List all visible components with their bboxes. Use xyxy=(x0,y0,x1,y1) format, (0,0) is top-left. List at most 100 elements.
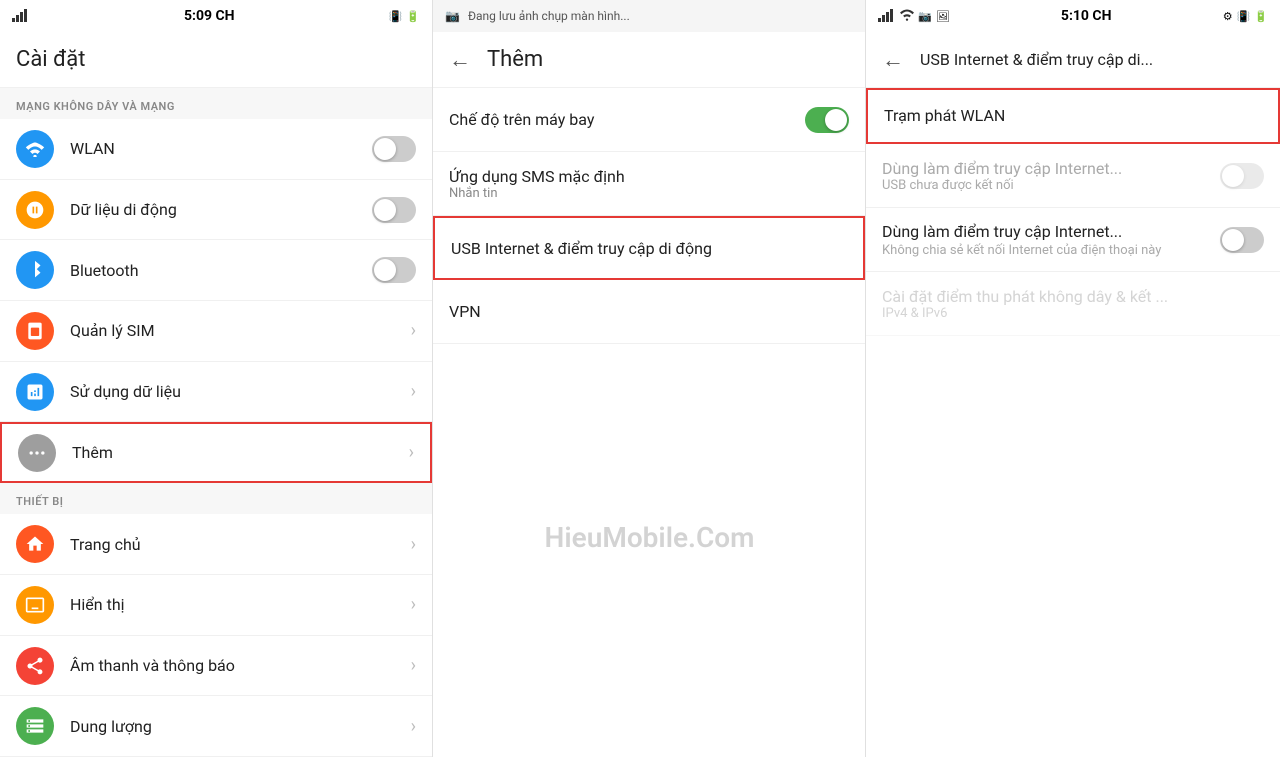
usb-title: USB Internet & điểm truy cập di... xyxy=(920,50,1153,69)
wifi-hotspot-settings-sub: IPv4 & IPv6 xyxy=(882,306,1264,321)
screenshot-icon: 📷 xyxy=(918,10,932,23)
usb-tethering-label: Dùng làm điểm truy cập Internet... xyxy=(882,222,1220,241)
home-label: Trang chủ xyxy=(70,535,411,554)
wifi-hotspot-settings-item: Cài đặt điểm thu phát không dây & kết ..… xyxy=(866,272,1280,336)
sms-content: Ứng dụng SMS mặc định Nhắn tin xyxy=(449,167,849,201)
back-button-usb[interactable]: ← xyxy=(882,47,904,73)
airplane-mode-toggle[interactable] xyxy=(805,107,849,133)
sidebar-item-more[interactable]: Thêm › xyxy=(0,422,432,483)
home-icon xyxy=(16,525,54,563)
wlan-toggle[interactable] xyxy=(372,136,416,162)
status-bar-1: 5:09 CH 📳 🔋 xyxy=(0,0,432,32)
sidebar-item-home[interactable]: Trang chủ › xyxy=(0,514,432,575)
usb-tethering-content: Dùng làm điểm truy cập Internet... Không… xyxy=(882,222,1220,258)
storage-label: Dung lượng xyxy=(70,717,411,736)
sidebar-item-storage[interactable]: Dung lượng › xyxy=(0,696,432,757)
vibrate-icon-3: 📳 xyxy=(1237,10,1251,23)
status-bar-3: 📷 🖼 5:10 CH ⚙ 📳 🔋 xyxy=(866,0,1280,32)
sound-label: Âm thanh và thông báo xyxy=(70,656,411,675)
more-label: Thêm xyxy=(72,443,409,462)
sidebar-item-mobile-data[interactable]: Dữ liệu di động xyxy=(0,180,432,241)
sound-icon xyxy=(16,647,54,685)
sim-icon xyxy=(16,312,54,350)
usb-tethering-disabled-item: Dùng làm điểm truy cập Internet... USB c… xyxy=(866,144,1280,208)
notification-text: Đang lưu ảnh chụp màn hình... xyxy=(468,9,630,23)
panel2-rest: HieuMobile.Com xyxy=(433,344,865,757)
mobile-data-label: Dữ liệu di động xyxy=(70,200,372,219)
settings-top-bar: Cài đặt xyxy=(0,32,432,88)
more-chevron: › xyxy=(409,442,414,463)
them-top-bar: ← Thêm xyxy=(433,32,865,88)
data-usage-label: Sử dụng dữ liệu xyxy=(70,382,411,401)
more-icon xyxy=(18,434,56,472)
sms-sublabel: Nhắn tin xyxy=(449,186,849,201)
usb-internet-item[interactable]: USB Internet & điểm truy cập di động xyxy=(433,216,865,280)
status-icons-right: 📳 🔋 xyxy=(389,10,420,23)
panel-settings: 5:09 CH 📳 🔋 Cài đặt MẠNG KHÔNG DÂY VÀ MẠ… xyxy=(0,0,433,757)
sidebar-item-bluetooth[interactable]: Bluetooth xyxy=(0,240,432,301)
usb-tethering-disabled-sub: USB chưa được kết nối xyxy=(882,178,1220,193)
wifi-icon xyxy=(16,130,54,168)
bluetooth-toggle[interactable] xyxy=(372,257,416,283)
vpn-content: VPN xyxy=(449,302,849,321)
photos-icon: 🖼 xyxy=(936,10,950,23)
back-button-them[interactable]: ← xyxy=(449,47,471,73)
bluetooth-label: Bluetooth xyxy=(70,261,372,280)
wifi-hotspot-settings-content: Cài đặt điểm thu phát không dây & kết ..… xyxy=(882,287,1264,321)
sim-chevron: › xyxy=(411,320,416,341)
settings-title: Cài đặt xyxy=(16,47,85,72)
usb-internet-label: USB Internet & điểm truy cập di động xyxy=(451,239,847,258)
data-usage-icon xyxy=(16,373,54,411)
camera-icon: 📷 xyxy=(445,9,460,23)
settings-icon-3: ⚙ xyxy=(1223,10,1233,23)
notification-bar: 📷 Đang lưu ảnh chụp màn hình... xyxy=(433,0,865,32)
sidebar-item-sound[interactable]: Âm thanh và thông báo › xyxy=(0,636,432,697)
usb-top-bar: ← USB Internet & điểm truy cập di... xyxy=(866,32,1280,88)
sms-label: Ứng dụng SMS mặc định xyxy=(449,167,849,186)
sound-chevron: › xyxy=(411,655,416,676)
storage-icon xyxy=(16,707,54,745)
airplane-mode-content: Chế độ trên máy bay xyxy=(449,110,805,129)
battery-icon-3: 🔋 xyxy=(1254,10,1268,23)
them-title: Thêm xyxy=(487,47,543,72)
storage-chevron: › xyxy=(411,716,416,737)
vpn-item[interactable]: VPN xyxy=(433,280,865,344)
wlan-label: WLAN xyxy=(70,139,372,158)
status-icons-left xyxy=(12,8,30,25)
wifi-status-icon xyxy=(900,9,914,24)
wlan-hotspot-item[interactable]: Trạm phát WLAN xyxy=(866,88,1280,144)
usb-internet-content: USB Internet & điểm truy cập di động xyxy=(451,239,847,258)
wlan-hotspot-label: Trạm phát WLAN xyxy=(884,106,1262,125)
display-chevron: › xyxy=(411,594,416,615)
sidebar-item-sim[interactable]: Quản lý SIM › xyxy=(0,301,432,362)
status-icons-right-3: ⚙ 📳 🔋 xyxy=(1223,10,1268,23)
usb-tethering-toggle[interactable] xyxy=(1220,227,1264,253)
usb-tethering-disabled-label: Dùng làm điểm truy cập Internet... xyxy=(882,159,1220,178)
section-device-header: THIẾT BỊ xyxy=(0,483,432,514)
display-label: Hiển thị xyxy=(70,595,411,614)
wifi-hotspot-settings-label: Cài đặt điểm thu phát không dây & kết ..… xyxy=(882,287,1264,306)
sidebar-item-data-usage[interactable]: Sử dụng dữ liệu › xyxy=(0,362,432,423)
watermark: HieuMobile.Com xyxy=(433,437,866,637)
vibrate-icon: 📳 xyxy=(389,10,403,23)
mobile-data-toggle[interactable] xyxy=(372,197,416,223)
usb-tethering-item[interactable]: Dùng làm điểm truy cập Internet... Không… xyxy=(866,208,1280,272)
signal-icon xyxy=(12,8,30,25)
panel-usb-internet: 📷 🖼 5:10 CH ⚙ 📳 🔋 ← USB Internet & điểm … xyxy=(866,0,1280,757)
wlan-hotspot-content: Trạm phát WLAN xyxy=(884,106,1262,127)
time-display-1: 5:09 CH xyxy=(184,8,235,24)
sidebar-item-display[interactable]: Hiển thị › xyxy=(0,575,432,636)
status-icons-left-3: 📷 🖼 xyxy=(878,8,950,25)
usb-tethering-disabled-toggle xyxy=(1220,163,1264,189)
sms-item[interactable]: Ứng dụng SMS mặc định Nhắn tin xyxy=(433,152,865,216)
usb-tethering-disabled-content: Dùng làm điểm truy cập Internet... USB c… xyxy=(882,159,1220,193)
vpn-label: VPN xyxy=(449,302,849,321)
airplane-mode-label: Chế độ trên máy bay xyxy=(449,110,805,129)
section-network-header: MẠNG KHÔNG DÂY VÀ MẠNG xyxy=(0,88,432,119)
sidebar-item-wlan[interactable]: WLAN xyxy=(0,119,432,180)
airplane-mode-item[interactable]: Chế độ trên máy bay xyxy=(433,88,865,152)
usb-tethering-sub: Không chia sẻ kết nối Internet của điện … xyxy=(882,243,1220,258)
panel-them: 📷 Đang lưu ảnh chụp màn hình... ← Thêm C… xyxy=(433,0,866,757)
data-usage-chevron: › xyxy=(411,381,416,402)
mobile-data-icon xyxy=(16,191,54,229)
